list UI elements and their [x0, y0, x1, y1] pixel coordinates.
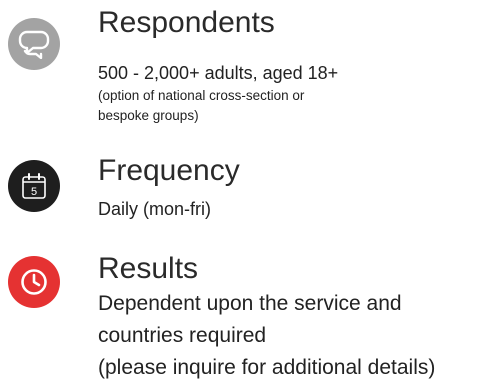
calendar-day-number: 5: [31, 186, 37, 198]
respondents-sub-line-1: (option of national cross-section or: [98, 88, 305, 103]
calendar-icon: 5: [8, 160, 60, 212]
frequency-main-text: Daily (mon-fri): [98, 199, 212, 219]
results-body-line-1: Dependent upon the service and: [98, 292, 402, 315]
chat-bubbles-icon: [8, 18, 60, 70]
respondents-title: Respondents: [98, 6, 275, 39]
clock-icon: [8, 256, 60, 308]
frequency-title: Frequency: [98, 154, 240, 187]
results-title: Results: [98, 252, 199, 285]
respondents-main-text: 500 - 2,000+ adults, aged 18+: [98, 63, 339, 83]
respondents-sub-line-2: bespoke groups): [98, 108, 199, 123]
results-body-line-2: countries required: [98, 324, 267, 347]
